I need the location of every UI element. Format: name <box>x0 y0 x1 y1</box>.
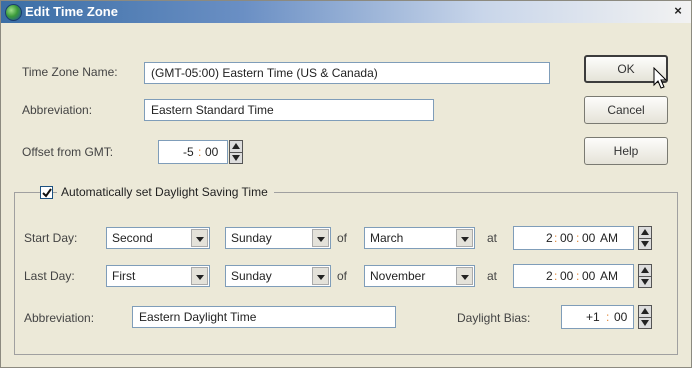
spin-up-icon[interactable] <box>232 143 240 149</box>
title-bar[interactable]: Edit Time Zone × <box>1 1 691 23</box>
at-label: at <box>487 231 498 245</box>
chevron-down-icon[interactable] <box>456 267 473 285</box>
daylight-bias-spin-buttons[interactable] <box>638 305 652 329</box>
start-month-select[interactable]: March <box>364 227 475 249</box>
time-zone-name-field[interactable]: (GMT-05:00) Eastern Time (US & Canada) <box>144 62 550 84</box>
offset-from-gmt-label: Offset from GMT: <box>22 145 114 159</box>
mouse-pointer-icon <box>653 67 668 89</box>
last-weekday-select[interactable]: Sunday <box>225 265 331 287</box>
chevron-down-icon[interactable] <box>191 229 208 247</box>
daylight-abbreviation-field[interactable]: Eastern Daylight Time <box>132 306 396 328</box>
help-button[interactable]: Help <box>584 137 668 165</box>
at-label: at <box>487 269 498 283</box>
offset-spin-buttons[interactable] <box>229 140 243 164</box>
offset-minutes[interactable]: 00 <box>205 145 218 159</box>
chevron-down-icon[interactable] <box>456 229 473 247</box>
spin-down-icon[interactable] <box>232 155 240 161</box>
last-time-spinner[interactable]: 2 : 00 : 00 AM <box>513 264 634 288</box>
start-weekday-select[interactable]: Sunday <box>225 227 331 249</box>
of-label: of <box>337 231 348 245</box>
chevron-down-icon[interactable] <box>312 267 329 285</box>
offset-hours[interactable]: -5 <box>183 145 194 159</box>
globe-icon <box>5 4 22 21</box>
start-time-spin-buttons[interactable] <box>638 226 652 250</box>
chevron-down-icon[interactable] <box>312 229 329 247</box>
start-day-label: Start Day: <box>24 231 78 245</box>
daylight-bias-spinner[interactable]: +1 : 00 <box>561 305 634 329</box>
auto-dst-label[interactable]: Automatically set Daylight Saving Time <box>57 185 274 201</box>
chevron-down-icon[interactable] <box>191 267 208 285</box>
daylight-bias-label: Daylight Bias: <box>457 311 531 325</box>
last-time-spin-buttons[interactable] <box>638 264 652 288</box>
abbreviation-field[interactable]: Eastern Standard Time <box>144 99 434 121</box>
spin-up-icon[interactable] <box>641 267 649 273</box>
start-time-spinner[interactable]: 2 : 00 : 00 AM <box>513 226 634 250</box>
of-label: of <box>337 269 348 283</box>
daylight-abbreviation-label: Abbreviation: <box>24 311 95 325</box>
spin-down-icon[interactable] <box>641 241 649 247</box>
abbreviation-label: Abbreviation: <box>22 103 93 117</box>
edit-time-zone-dialog: Edit Time Zone × Time Zone Name: (GMT-05… <box>0 0 692 368</box>
last-month-select[interactable]: November <box>364 265 475 287</box>
cancel-button[interactable]: Cancel <box>584 96 668 124</box>
time-zone-name-label: Time Zone Name: <box>22 65 118 79</box>
window-title: Edit Time Zone <box>25 4 118 19</box>
offset-spinner[interactable]: -5 : 00 <box>158 140 228 164</box>
spin-up-icon[interactable] <box>641 308 649 314</box>
last-week-select[interactable]: First <box>106 265 210 287</box>
auto-dst-checkbox[interactable] <box>40 186 53 199</box>
spin-up-icon[interactable] <box>641 229 649 235</box>
start-week-select[interactable]: Second <box>106 227 210 249</box>
time-separator: : <box>198 145 202 159</box>
close-button[interactable]: × <box>671 4 685 18</box>
spin-down-icon[interactable] <box>641 320 649 326</box>
checkmark-icon <box>42 188 52 198</box>
spin-down-icon[interactable] <box>641 279 649 285</box>
last-day-label: Last Day: <box>24 269 75 283</box>
